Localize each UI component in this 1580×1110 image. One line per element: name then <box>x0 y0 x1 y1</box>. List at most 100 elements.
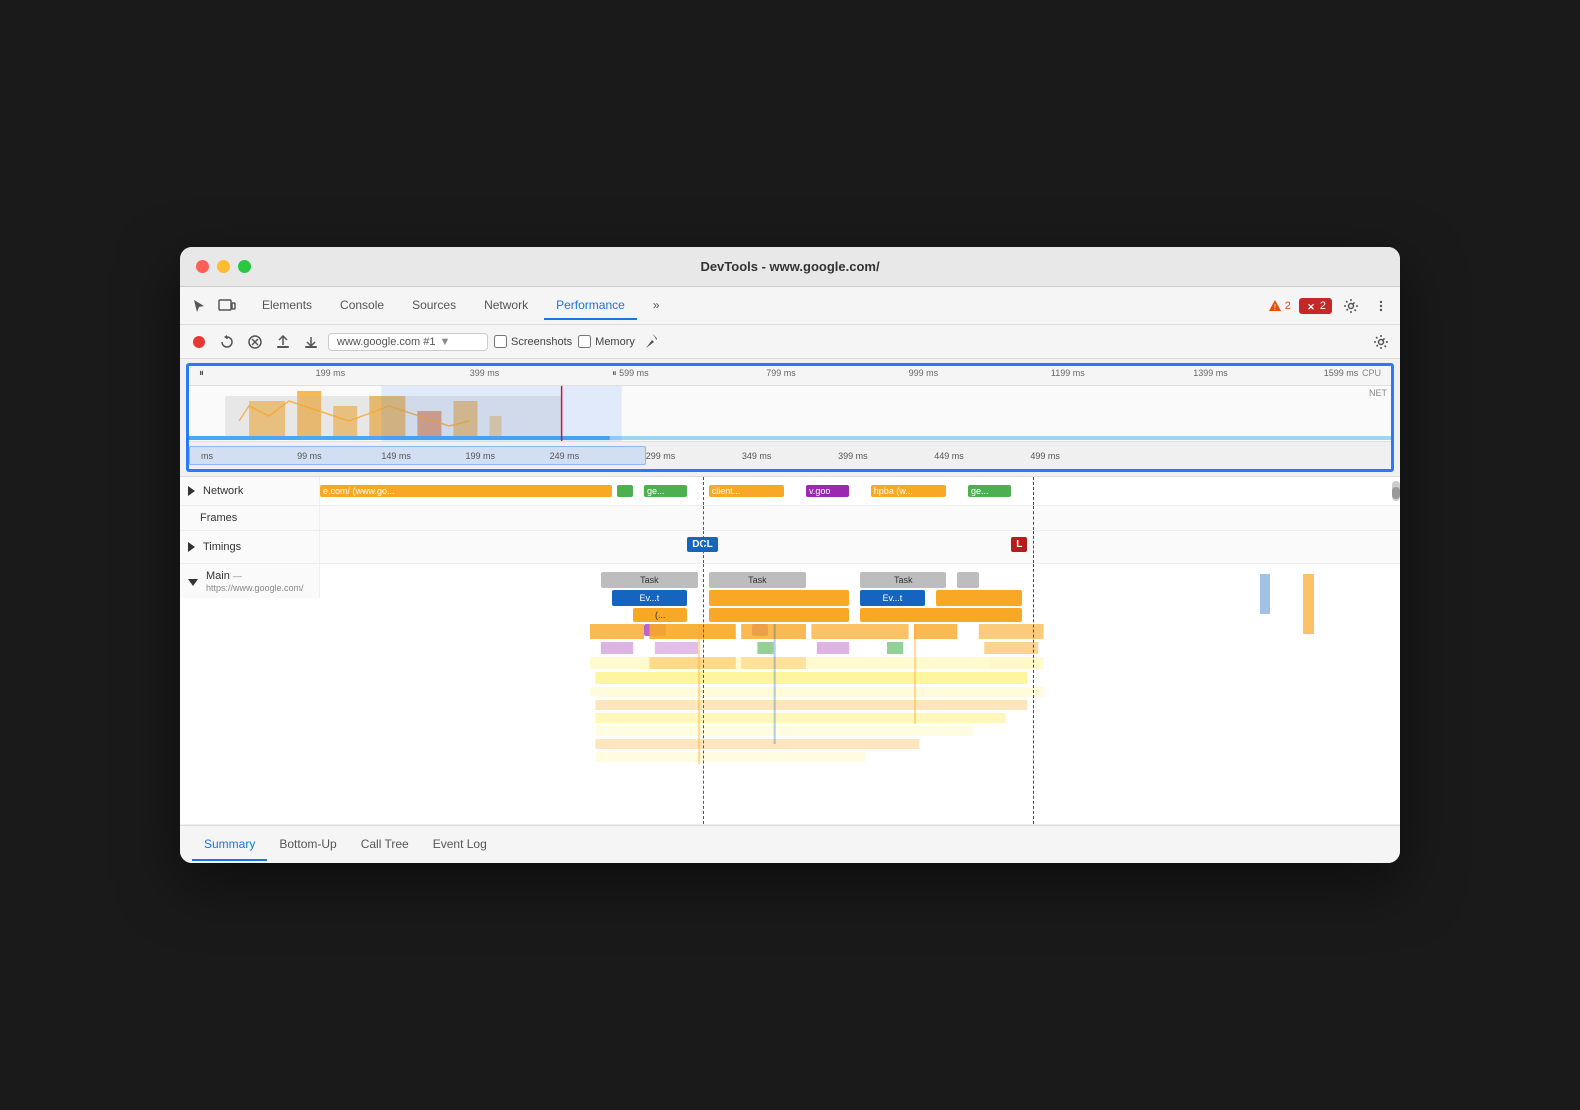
tab-console[interactable]: Console <box>328 292 396 320</box>
record-button[interactable] <box>188 331 210 353</box>
timeline-lower-ruler[interactable]: ms 99 ms 149 ms 199 ms 249 ms 299 ms 349… <box>189 441 1391 469</box>
maximize-button[interactable] <box>238 260 251 273</box>
network-bar-1: ge... <box>644 485 687 497</box>
minimize-button[interactable] <box>217 260 230 273</box>
network-bar-0: e.com/ (www.go... <box>320 485 612 497</box>
ruler-mark-1599: 1599 ms <box>1324 368 1359 378</box>
timings-dcl-line <box>703 531 704 563</box>
settings-icon[interactable] <box>1340 295 1362 317</box>
svg-text:!: ! <box>1274 303 1276 312</box>
flame-chart-svg <box>590 624 1044 814</box>
ruler-mark-1399: 1399 ms <box>1193 368 1228 378</box>
network-bar-2: client... <box>709 485 785 497</box>
timings-expand-icon[interactable] <box>188 542 195 552</box>
devtools-window: DevTools - www.google.com/ Elements Cons… <box>180 247 1400 863</box>
task-bar-2: Task <box>860 572 946 588</box>
main-track-area: Network e.com/ (www.go... ge... client..… <box>180 476 1400 825</box>
bottom-tab-event-log[interactable]: Event Log <box>421 829 499 861</box>
frames-dcl-line <box>703 506 704 530</box>
tab-bar-icons <box>188 295 238 317</box>
main-track-label: Main — https://www.google.com/ <box>180 564 320 598</box>
bottom-tabs: Summary Bottom-Up Call Tree Event Log <box>180 825 1400 863</box>
reload-button[interactable] <box>216 331 238 353</box>
url-selector[interactable]: www.google.com #1 ▼ <box>328 333 488 351</box>
lower-mark-299: 299 ms <box>646 451 676 461</box>
timeline-ruler-top: ⏸ 199 ms 399 ms ⏸ 599 ms 799 ms 999 ms 1… <box>189 366 1391 386</box>
frames-track: Frames <box>180 506 1400 531</box>
bottom-tab-summary[interactable]: Summary <box>192 829 267 861</box>
clear-button[interactable] <box>244 331 266 353</box>
network-bar-3: v.goo <box>806 485 849 497</box>
main-dcl-line <box>703 564 704 824</box>
task-bar-3 <box>957 572 979 588</box>
memory-label: Memory <box>595 336 635 348</box>
tab-elements[interactable]: Elements <box>250 292 324 320</box>
window-controls <box>196 260 251 273</box>
network-bar-5: ge... <box>968 485 1011 497</box>
tab-performance[interactable]: Performance <box>544 292 637 320</box>
lower-mark-249: 249 ms <box>550 451 580 461</box>
performance-toolbar: www.google.com #1 ▼ Screenshots Memory <box>180 325 1400 359</box>
timeline-overview-section[interactable]: ⏸ 199 ms 399 ms ⏸ 599 ms 799 ms 999 ms 1… <box>186 363 1394 472</box>
yellow-bar-1 <box>936 590 1022 606</box>
network-bar-green-0 <box>617 485 633 497</box>
network-expand-icon[interactable] <box>188 486 195 496</box>
memory-checkbox[interactable] <box>578 335 591 348</box>
network-label: Network <box>203 485 243 497</box>
main-label: Main — https://www.google.com/ <box>206 570 311 594</box>
tab-network[interactable]: Network <box>472 292 540 320</box>
close-button[interactable] <box>196 260 209 273</box>
svg-text:✕: ✕ <box>1307 302 1315 312</box>
lower-mark-449: 449 ms <box>934 451 964 461</box>
broom-icon[interactable] <box>641 331 663 353</box>
ruler-mark-1199: 1199 ms <box>1051 368 1085 378</box>
main-collapse-icon[interactable] <box>188 579 198 586</box>
yellow-fill-0 <box>709 608 849 622</box>
pause-icon-left: ⏸ <box>199 368 204 379</box>
timings-track: Timings DCL L <box>180 531 1400 564</box>
bottom-tab-bottom-up[interactable]: Bottom-Up <box>267 829 348 861</box>
net-label: NET <box>1369 388 1387 398</box>
timings-label: Timings <box>203 541 241 553</box>
tab-right-actions: ! 2 ✕ 2 <box>1268 295 1392 317</box>
l-vline <box>1033 477 1034 505</box>
task-bar-0: Task <box>601 572 698 588</box>
tab-bar: Elements Console Sources Network Perform… <box>180 287 1400 325</box>
cursor-icon[interactable] <box>188 295 210 317</box>
yellow-fill-1 <box>860 608 1022 622</box>
ruler-mark-599: ⏸ 599 ms <box>612 368 649 379</box>
network-track-label: Network <box>180 477 320 505</box>
upload-button[interactable] <box>272 331 294 353</box>
main-track: Main — https://www.google.com/ Task Task… <box>180 564 1400 825</box>
download-button[interactable] <box>300 331 322 353</box>
screenshots-checkbox-group: Screenshots <box>494 335 572 348</box>
l-marker: L <box>1011 537 1027 552</box>
tab-more[interactable]: » <box>641 292 672 320</box>
warning-badge: ! 2 <box>1268 299 1291 313</box>
lower-mark-199: 199 ms <box>465 451 495 461</box>
cpu-chart-overview[interactable]: NET <box>189 386 1391 441</box>
memory-checkbox-group: Memory <box>578 335 635 348</box>
lower-mark-399: 399 ms <box>838 451 868 461</box>
device-icon[interactable] <box>216 295 238 317</box>
frames-track-label: Frames <box>180 506 320 530</box>
performance-settings-icon[interactable] <box>1370 331 1392 353</box>
bottom-tab-call-tree[interactable]: Call Tree <box>349 829 421 861</box>
tab-sources[interactable]: Sources <box>400 292 468 320</box>
screenshots-label: Screenshots <box>511 336 572 348</box>
error-badge: ✕ 2 <box>1299 298 1332 314</box>
main-track-content: Task Task Task Ev...t Ev...t (... <box>320 564 1400 824</box>
more-icon[interactable] <box>1370 295 1392 317</box>
yellow-bar-0 <box>709 590 849 606</box>
dcl-vline <box>703 477 704 505</box>
right-bar-0 <box>1303 574 1314 634</box>
lower-mark-149: 149 ms <box>381 451 411 461</box>
ruler-mark-399: 399 ms <box>470 368 500 378</box>
title-bar: DevTools - www.google.com/ <box>180 247 1400 287</box>
screenshots-checkbox[interactable] <box>494 335 507 348</box>
network-scrollbar[interactable] <box>1392 481 1400 501</box>
url-dropdown-icon[interactable]: ▼ <box>439 336 450 348</box>
network-scrollbar-thumb[interactable] <box>1392 487 1400 499</box>
paren-bar: (... <box>633 608 687 622</box>
lower-mark-499: 499 ms <box>1030 451 1060 461</box>
